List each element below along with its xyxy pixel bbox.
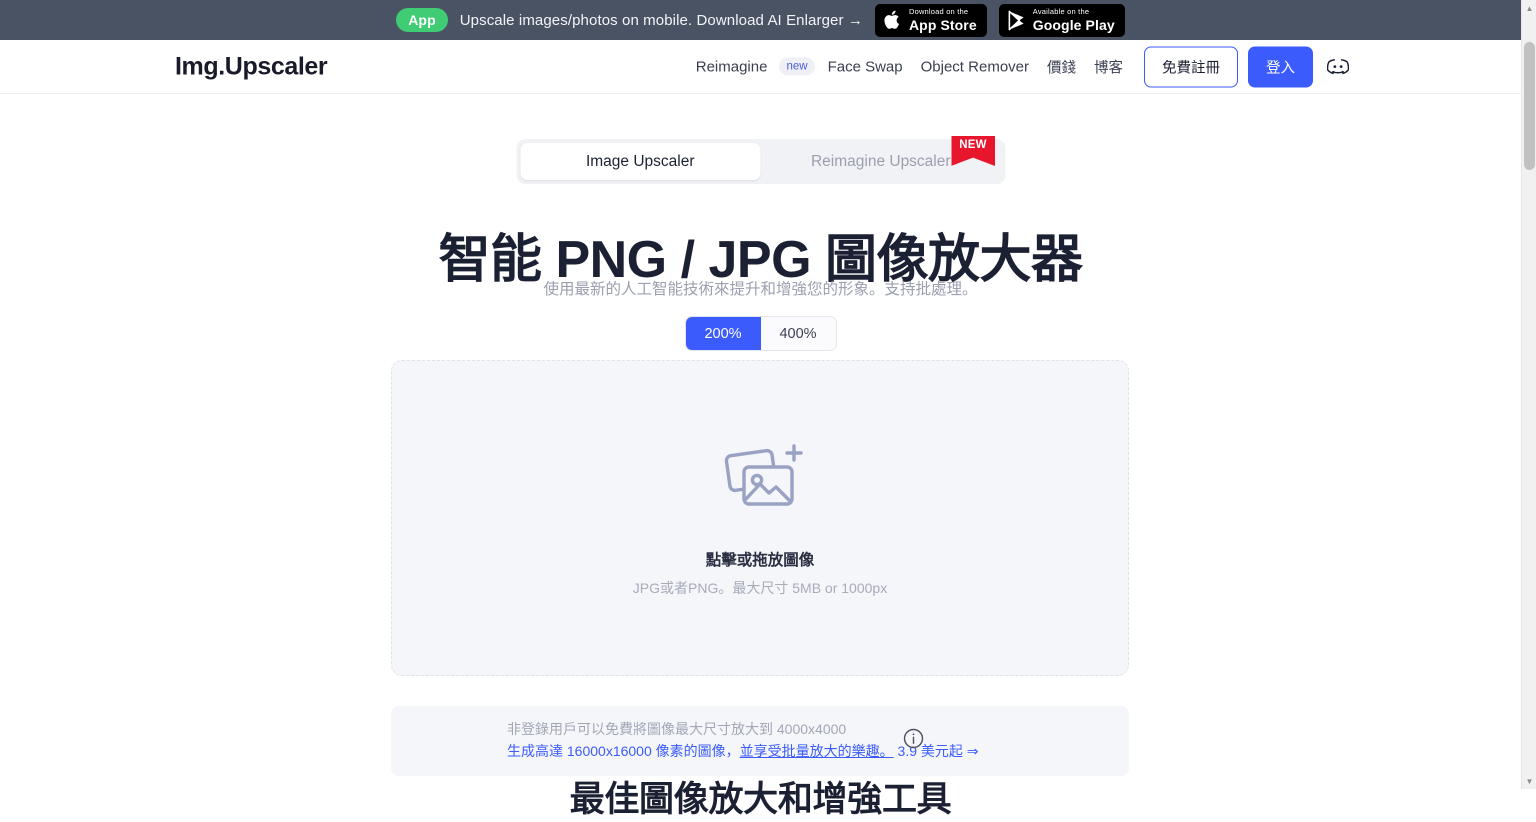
nav-item-reimagine[interactable]: Reimagine xyxy=(687,58,777,75)
app-pill-badge: App xyxy=(396,8,448,32)
google-play-label: Google Play xyxy=(1032,16,1115,33)
tab-image-upscaler-label: Image Upscaler xyxy=(585,152,695,170)
google-play-badge[interactable]: Available on the Google Play xyxy=(998,3,1125,37)
nav-item-object-remover[interactable]: Object Remover xyxy=(912,58,1038,75)
brand-logo[interactable]: Img.Upscaler xyxy=(175,52,328,81)
scrollbar-thumb[interactable] xyxy=(1524,42,1535,170)
new-ribbon-badge: NEW xyxy=(951,136,995,166)
signup-button[interactable]: 免費註冊 xyxy=(1144,46,1238,87)
add-image-icon xyxy=(716,439,804,522)
apple-icon xyxy=(883,9,902,31)
promo-text: Upscale images/photos on mobile. Downloa… xyxy=(459,11,863,29)
discord-icon[interactable] xyxy=(1327,58,1349,75)
info-circle-icon xyxy=(903,728,924,754)
upscaler-tab-switcher: Image Upscaler Reimagine Upscaler NEW xyxy=(516,136,1005,184)
nav-item-face-swap[interactable]: Face Swap xyxy=(819,58,912,75)
section-title: 最佳圖像放大和增強工具 xyxy=(569,780,952,820)
main-navigation: Reimagine new Face Swap Object Remover 價… xyxy=(687,46,1349,87)
chevron-down-icon[interactable]: ▼ xyxy=(1522,773,1536,789)
page-subtitle: 使用最新的人工智能技術來提升和增強您的形象。支持批處理。 xyxy=(543,280,978,298)
login-button[interactable]: 登入 xyxy=(1248,46,1313,87)
tab-image-upscaler[interactable]: Image Upscaler xyxy=(520,143,761,180)
nav-new-badge: new xyxy=(779,57,815,76)
main-content: Image Upscaler Reimagine Upscaler NEW 智能… xyxy=(0,94,1521,819)
app-store-small-label: Download on the xyxy=(908,7,969,17)
scale-toggle-group: 200% 400% xyxy=(684,316,837,351)
promo-banner: App Upscale images/photos on mobile. Dow… xyxy=(0,0,1521,40)
image-dropzone[interactable]: 點擊或拖放圖像 JPG或者PNG。最大尺寸 5MB or 1000px xyxy=(391,360,1129,676)
chevron-up-icon[interactable]: ▲ xyxy=(1522,0,1536,16)
nav-item-pricing[interactable]: 價錢 xyxy=(1038,56,1085,77)
scale-option-200[interactable]: 200% xyxy=(685,317,761,350)
info-line-2-part-a: 生成高達 16000x16000 像素的圖像， xyxy=(507,743,740,759)
info-notice: 非登錄用戶可以免費將圖像最大尺寸放大到 4000x4000 生成高達 16000… xyxy=(391,706,1129,776)
site-header: Img.Upscaler Reimagine new Face Swap Obj… xyxy=(0,40,1521,94)
dropzone-subtitle: JPG或者PNG。最大尺寸 5MB or 1000px xyxy=(632,579,888,596)
dropzone-title: 點擊或拖放圖像 xyxy=(705,551,815,569)
tab-reimagine-upscaler-label: Reimagine Upscaler xyxy=(810,152,951,170)
google-play-small-label: Available on the xyxy=(1032,7,1090,17)
tab-reimagine-upscaler[interactable]: Reimagine Upscaler NEW xyxy=(761,136,1002,180)
app-store-badge[interactable]: Download on the App Store xyxy=(874,3,987,37)
nav-item-blog[interactable]: 博客 xyxy=(1085,56,1132,77)
google-play-icon xyxy=(1007,10,1026,31)
scale-option-400[interactable]: 400% xyxy=(760,317,836,350)
info-link-batch[interactable]: 並享受批量放大的樂趣。 xyxy=(740,743,894,759)
page-scrollbar[interactable]: ▲ ▼ xyxy=(1521,0,1536,789)
app-store-label: App Store xyxy=(908,16,977,33)
